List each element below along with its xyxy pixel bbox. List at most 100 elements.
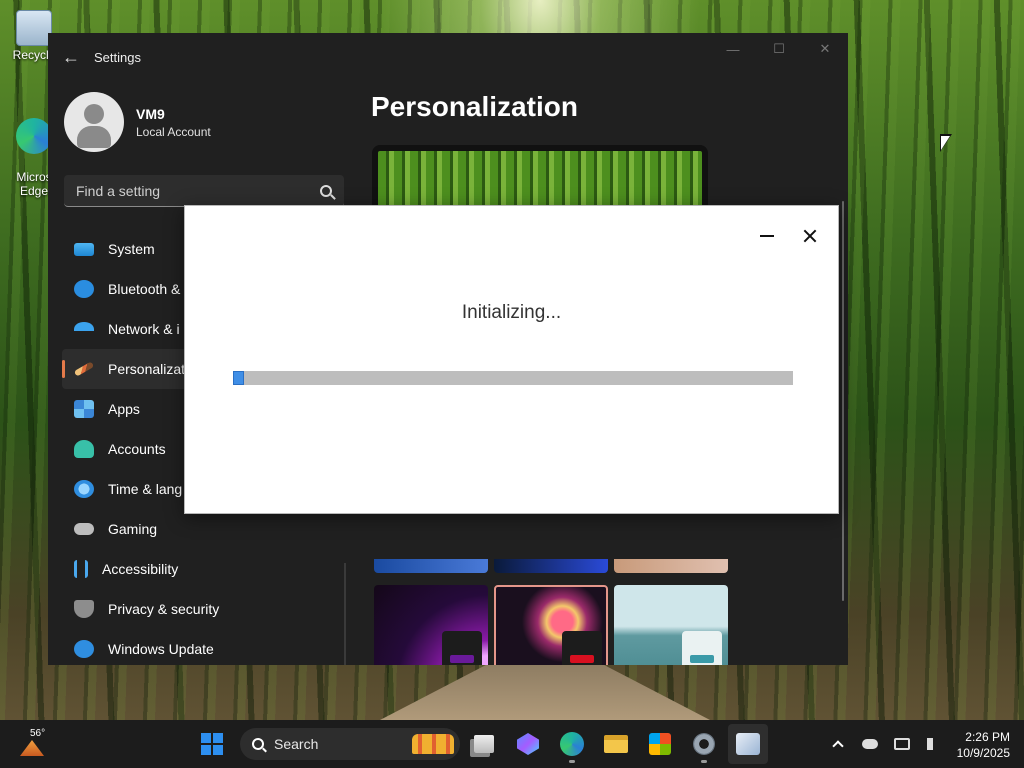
- weather-widget[interactable]: 56°: [16, 728, 50, 760]
- sidebar-item-label: Windows Update: [108, 641, 214, 657]
- store-icon: [649, 733, 671, 755]
- search-highlight-icon: [412, 734, 454, 754]
- dialog-status-text: Initializing...: [461, 302, 562, 323]
- folder-icon: [604, 735, 628, 753]
- avatar: [64, 92, 124, 152]
- edge-icon: [560, 732, 584, 756]
- task-view-icon: [474, 735, 494, 753]
- sidebar-item-label: Accessibility: [102, 561, 179, 577]
- theme-accent-preview: [682, 631, 722, 665]
- shield-icon: [74, 600, 94, 618]
- network-icon: [894, 738, 910, 750]
- sidebar-item-label: Time & lang: [108, 481, 183, 497]
- sidebar-item-gaming[interactable]: Gaming: [48, 509, 344, 549]
- sidebar-item-windows-update[interactable]: Windows Update: [48, 629, 344, 665]
- update-icon: [74, 640, 94, 658]
- profile-account-type: Local Account: [136, 124, 211, 139]
- close-button[interactable]: ✕: [802, 33, 848, 65]
- theme-accent-preview: [442, 631, 482, 665]
- dialog-close-button[interactable]: [798, 224, 822, 248]
- onedrive-button[interactable]: [858, 732, 882, 756]
- taskbar-clock[interactable]: 2:26 PM 10/9/2025: [946, 729, 1010, 761]
- time-language-icon: [74, 480, 94, 498]
- progress-bar-fill: [233, 371, 245, 385]
- personalization-icon: [73, 361, 95, 377]
- page-title: Personalization: [371, 91, 578, 122]
- show-hidden-icons-button[interactable]: [826, 732, 850, 756]
- theme-thumb-lake[interactable]: [614, 585, 728, 665]
- clock-date: 10/9/2025: [956, 746, 1010, 760]
- progress-bar: [233, 371, 793, 385]
- theme-thumb-purple[interactable]: [374, 585, 488, 665]
- theme-thumb-partial[interactable]: [614, 559, 728, 573]
- pane-divider: [344, 563, 346, 665]
- settings-taskbar-button[interactable]: [684, 724, 724, 764]
- search-placeholder: Find a setting: [76, 182, 161, 199]
- sidebar-item-label: Accounts: [108, 441, 166, 457]
- volume-muted-icon: [927, 738, 941, 750]
- copilot-icon: [517, 733, 539, 755]
- cloud-icon: [862, 739, 878, 749]
- sidebar-item-label: Privacy & security: [108, 601, 220, 617]
- theme-accent-preview: [562, 631, 602, 665]
- taskbar-search[interactable]: Search: [240, 728, 460, 760]
- bluetooth-icon: [74, 280, 94, 298]
- sidebar-item-accessibility[interactable]: Accessibility: [48, 549, 344, 589]
- dialog-minimize-button[interactable]: [755, 224, 779, 248]
- maximize-button[interactable]: ☐: [756, 33, 802, 65]
- accounts-icon: [74, 440, 94, 458]
- theme-thumb-partial[interactable]: [374, 559, 488, 573]
- edge-icon: [16, 118, 52, 154]
- network-button[interactable]: [890, 732, 914, 756]
- installer-app-icon: [736, 733, 760, 755]
- theme-row-partial: [374, 559, 728, 573]
- start-button[interactable]: [192, 724, 232, 764]
- window-controls: — ☐ ✕: [710, 33, 848, 65]
- theme-row: [374, 585, 728, 665]
- clock-time: 2:26 PM: [965, 730, 1010, 744]
- profile-name: VM9: [136, 105, 165, 122]
- installer-taskbar-button[interactable]: [728, 724, 768, 764]
- weather-icon: [20, 740, 44, 756]
- initializing-dialog: Initializing...: [184, 205, 839, 514]
- chevron-up-icon: [832, 740, 844, 752]
- weather-temperature: 56°: [30, 728, 46, 739]
- edge-taskbar-button[interactable]: [552, 724, 592, 764]
- user-profile[interactable]: VM9 Local Account: [48, 81, 344, 155]
- sidebar-item-label: System: [108, 241, 155, 257]
- system-tray: [826, 728, 954, 760]
- back-arrow-icon: ←: [62, 46, 80, 67]
- apps-icon: [74, 400, 94, 418]
- accessibility-icon: [74, 560, 88, 578]
- taskbar: 56° Search 2:26 PM 10/9/2025: [0, 720, 1024, 768]
- system-icon: [74, 242, 94, 256]
- theme-thumb-flower[interactable]: [494, 585, 608, 665]
- settings-search-input[interactable]: Find a setting: [64, 175, 344, 207]
- taskbar-search-label: Search: [274, 736, 319, 752]
- window-title: Settings: [94, 49, 141, 65]
- recycle-bin-icon: [16, 10, 52, 46]
- settings-titlebar: ← Settings — ☐ ✕: [48, 33, 848, 81]
- sidebar-item-label: Apps: [108, 401, 140, 417]
- sidebar-item-label: Gaming: [108, 521, 158, 537]
- taskbar-apps: Search: [192, 724, 772, 764]
- copilot-button[interactable]: [508, 724, 548, 764]
- volume-button[interactable]: [922, 732, 946, 756]
- sidebar-item-label: Personalizati: [108, 361, 189, 377]
- network-icon: [74, 322, 94, 336]
- minimize-button[interactable]: —: [710, 33, 756, 65]
- sidebar-item-label: Bluetooth &: [108, 281, 181, 297]
- back-button[interactable]: ←: [48, 33, 94, 81]
- search-icon: [252, 738, 264, 750]
- task-view-button[interactable]: [464, 724, 504, 764]
- search-icon: [320, 184, 332, 197]
- file-explorer-button[interactable]: [596, 724, 636, 764]
- gaming-icon: [74, 523, 94, 535]
- store-button[interactable]: [640, 724, 680, 764]
- windows-logo-icon: [201, 733, 223, 755]
- sidebar-item-privacy[interactable]: Privacy & security: [48, 589, 344, 629]
- gear-icon: [693, 733, 715, 755]
- sidebar-item-label: Network & i: [108, 321, 180, 337]
- theme-thumb-partial[interactable]: [494, 559, 608, 573]
- scrollbar[interactable]: [842, 201, 844, 601]
